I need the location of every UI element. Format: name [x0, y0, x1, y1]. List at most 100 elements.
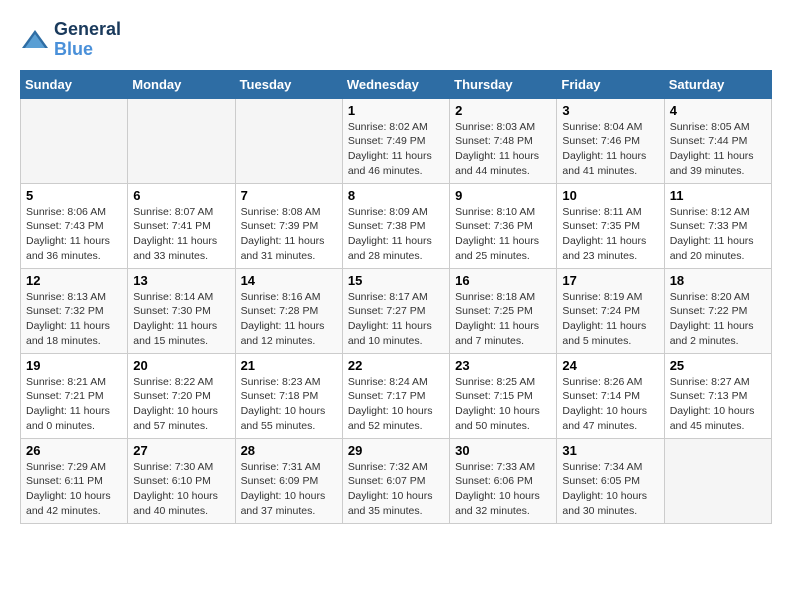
calendar-day	[235, 98, 342, 183]
day-number: 22	[348, 358, 444, 373]
calendar-day: 19 Sunrise: 8:21 AMSunset: 7:21 PMDayligh…	[21, 353, 128, 438]
day-number: 6	[133, 188, 229, 203]
logo-text: General Blue	[54, 20, 121, 60]
logo-icon	[20, 28, 50, 52]
day-number: 1	[348, 103, 444, 118]
day-number: 18	[670, 273, 766, 288]
calendar-table: SundayMondayTuesdayWednesdayThursdayFrid…	[20, 70, 772, 524]
day-info: Sunrise: 8:18 AMSunset: 7:25 PMDaylight:…	[455, 290, 551, 349]
calendar-header: SundayMondayTuesdayWednesdayThursdayFrid…	[21, 70, 772, 98]
logo: General Blue	[20, 20, 121, 60]
day-number: 28	[241, 443, 337, 458]
calendar-day: 15Sunrise: 8:17 AMSunset: 7:27 PMDayligh…	[342, 268, 449, 353]
day-number: 5	[26, 188, 122, 203]
day-number: 26	[26, 443, 122, 458]
day-number: 13	[133, 273, 229, 288]
calendar-day: 30Sunrise: 7:33 AMSunset: 6:06 PMDayligh…	[450, 438, 557, 523]
calendar-week-row: 12Sunrise: 8:13 AMSunset: 7:32 PMDayligh…	[21, 268, 772, 353]
day-number: 7	[241, 188, 337, 203]
calendar-day: 3 Sunrise: 8:04 AMSunset: 7:46 PMDaylight…	[557, 98, 664, 183]
day-number: 29	[348, 443, 444, 458]
calendar-day: 22 Sunrise: 8:24 AMSunset: 7:17 PMDayligh…	[342, 353, 449, 438]
day-info: Sunrise: 8:02 AMSunset: 7:49 PMDaylight:…	[348, 120, 444, 179]
day-info: Sunrise: 8:11 AMSunset: 7:35 PMDaylight:…	[562, 205, 658, 264]
day-info: Sunrise: 7:34 AMSunset: 6:05 PMDaylight:…	[562, 460, 658, 519]
day-info: Sunrise: 7:29 AMSunset: 6:11 PMDaylight:…	[26, 460, 122, 519]
day-number: 4	[670, 103, 766, 118]
day-info: Sunrise: 7:32 AMSunset: 6:07 PMDaylight:…	[348, 460, 444, 519]
day-number: 27	[133, 443, 229, 458]
day-info: Sunrise: 8:05 AMSunset: 7:44 PMDaylight:…	[670, 120, 766, 179]
header-day: Tuesday	[235, 70, 342, 98]
day-info: Sunrise: 8:16 AMSunset: 7:28 PMDaylight:…	[241, 290, 337, 349]
day-info: Sunrise: 8:26 AMSunset: 7:14 PMDaylight:…	[562, 375, 658, 434]
header-day: Monday	[128, 70, 235, 98]
calendar-day: 12Sunrise: 8:13 AMSunset: 7:32 PMDayligh…	[21, 268, 128, 353]
calendar-day: 14 Sunrise: 8:16 AMSunset: 7:28 PMDayligh…	[235, 268, 342, 353]
day-info: Sunrise: 8:21 AMSunset: 7:21 PMDaylight:…	[26, 375, 122, 434]
calendar-day: 5 Sunrise: 8:06 AMSunset: 7:43 PMDaylight…	[21, 183, 128, 268]
day-info: Sunrise: 8:04 AMSunset: 7:46 PMDaylight:…	[562, 120, 658, 179]
day-number: 31	[562, 443, 658, 458]
calendar-day	[128, 98, 235, 183]
calendar-day: 24 Sunrise: 8:26 AMSunset: 7:14 PMDayligh…	[557, 353, 664, 438]
day-info: Sunrise: 8:25 AMSunset: 7:15 PMDaylight:…	[455, 375, 551, 434]
header: General Blue	[20, 20, 772, 60]
day-info: Sunrise: 7:31 AMSunset: 6:09 PMDaylight:…	[241, 460, 337, 519]
calendar-day: 20 Sunrise: 8:22 AMSunset: 7:20 PMDayligh…	[128, 353, 235, 438]
header-day: Saturday	[664, 70, 771, 98]
day-number: 9	[455, 188, 551, 203]
day-info: Sunrise: 8:22 AMSunset: 7:20 PMDaylight:…	[133, 375, 229, 434]
calendar-day	[664, 438, 771, 523]
day-number: 16	[455, 273, 551, 288]
day-number: 3	[562, 103, 658, 118]
calendar-day: 2 Sunrise: 8:03 AMSunset: 7:48 PMDaylight…	[450, 98, 557, 183]
day-info: Sunrise: 8:27 AMSunset: 7:13 PMDaylight:…	[670, 375, 766, 434]
day-info: Sunrise: 8:08 AMSunset: 7:39 PMDaylight:…	[241, 205, 337, 264]
calendar-day: 27 Sunrise: 7:30 AMSunset: 6:10 PMDayligh…	[128, 438, 235, 523]
calendar-week-row: 5 Sunrise: 8:06 AMSunset: 7:43 PMDaylight…	[21, 183, 772, 268]
day-info: Sunrise: 8:07 AMSunset: 7:41 PMDaylight:…	[133, 205, 229, 264]
day-info: Sunrise: 8:06 AMSunset: 7:43 PMDaylight:…	[26, 205, 122, 264]
header-day: Thursday	[450, 70, 557, 98]
day-info: Sunrise: 8:24 AMSunset: 7:17 PMDaylight:…	[348, 375, 444, 434]
day-info: Sunrise: 8:14 AMSunset: 7:30 PMDaylight:…	[133, 290, 229, 349]
calendar-day: 17Sunrise: 8:19 AMSunset: 7:24 PMDayligh…	[557, 268, 664, 353]
header-day: Friday	[557, 70, 664, 98]
day-number: 11	[670, 188, 766, 203]
day-info: Sunrise: 7:30 AMSunset: 6:10 PMDaylight:…	[133, 460, 229, 519]
calendar-day: 23 Sunrise: 8:25 AMSunset: 7:15 PMDayligh…	[450, 353, 557, 438]
calendar-day: 25 Sunrise: 8:27 AMSunset: 7:13 PMDayligh…	[664, 353, 771, 438]
calendar-day: 1 Sunrise: 8:02 AMSunset: 7:49 PMDaylight…	[342, 98, 449, 183]
day-number: 21	[241, 358, 337, 373]
day-info: Sunrise: 8:20 AMSunset: 7:22 PMDaylight:…	[670, 290, 766, 349]
day-info: Sunrise: 8:09 AMSunset: 7:38 PMDaylight:…	[348, 205, 444, 264]
day-number: 30	[455, 443, 551, 458]
day-number: 23	[455, 358, 551, 373]
day-number: 10	[562, 188, 658, 203]
header-day: Wednesday	[342, 70, 449, 98]
calendar-day: 8 Sunrise: 8:09 AMSunset: 7:38 PMDaylight…	[342, 183, 449, 268]
calendar-day: 16 Sunrise: 8:18 AMSunset: 7:25 PMDayligh…	[450, 268, 557, 353]
calendar-day	[21, 98, 128, 183]
header-row: SundayMondayTuesdayWednesdayThursdayFrid…	[21, 70, 772, 98]
day-number: 24	[562, 358, 658, 373]
day-number: 15	[348, 273, 444, 288]
calendar-day: 4 Sunrise: 8:05 AMSunset: 7:44 PMDaylight…	[664, 98, 771, 183]
calendar-week-row: 26 Sunrise: 7:29 AMSunset: 6:11 PMDayligh…	[21, 438, 772, 523]
day-info: Sunrise: 8:10 AMSunset: 7:36 PMDaylight:…	[455, 205, 551, 264]
day-number: 2	[455, 103, 551, 118]
calendar-day: 7 Sunrise: 8:08 AMSunset: 7:39 PMDaylight…	[235, 183, 342, 268]
calendar-week-row: 19 Sunrise: 8:21 AMSunset: 7:21 PMDayligh…	[21, 353, 772, 438]
calendar-day: 21 Sunrise: 8:23 AMSunset: 7:18 PMDayligh…	[235, 353, 342, 438]
calendar-day: 10 Sunrise: 8:11 AMSunset: 7:35 PMDayligh…	[557, 183, 664, 268]
day-number: 19	[26, 358, 122, 373]
calendar-week-row: 1 Sunrise: 8:02 AMSunset: 7:49 PMDaylight…	[21, 98, 772, 183]
day-info: Sunrise: 8:23 AMSunset: 7:18 PMDaylight:…	[241, 375, 337, 434]
day-info: Sunrise: 8:03 AMSunset: 7:48 PMDaylight:…	[455, 120, 551, 179]
day-number: 20	[133, 358, 229, 373]
day-number: 25	[670, 358, 766, 373]
day-info: Sunrise: 8:19 AMSunset: 7:24 PMDaylight:…	[562, 290, 658, 349]
day-number: 14	[241, 273, 337, 288]
day-number: 8	[348, 188, 444, 203]
